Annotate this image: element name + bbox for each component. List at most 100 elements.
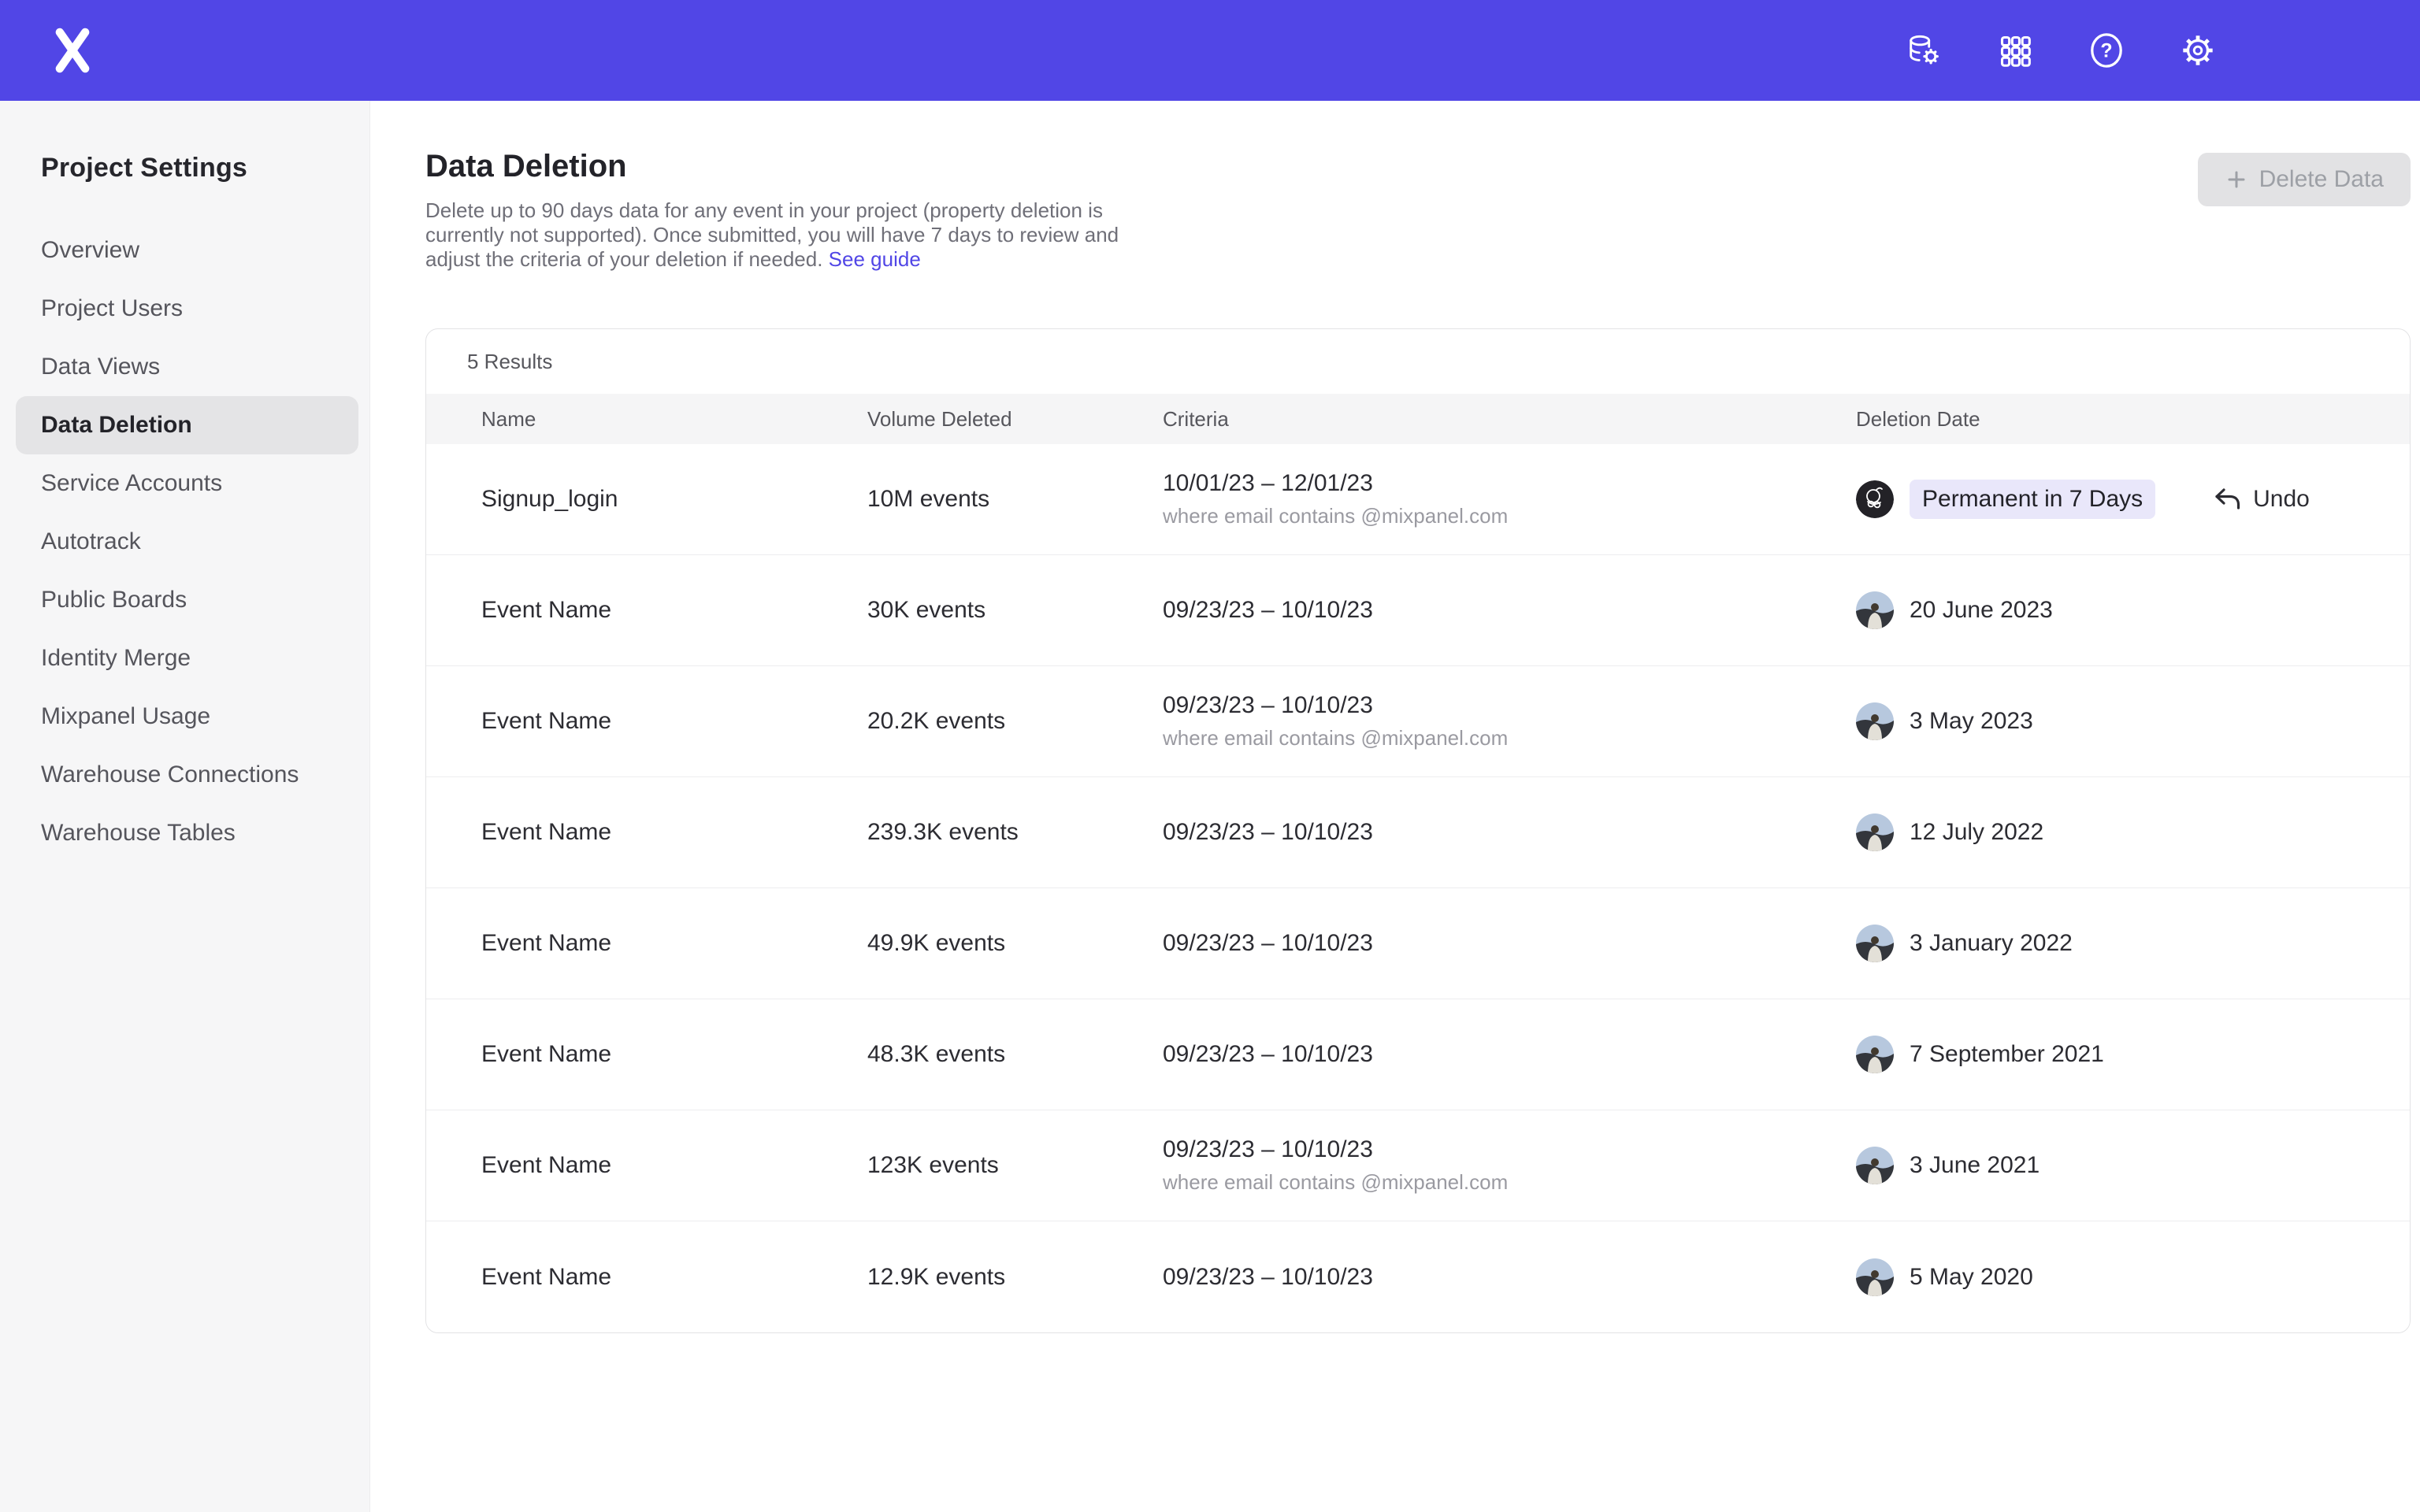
- sidebar-item-public-boards[interactable]: Public Boards: [0, 571, 369, 629]
- criteria-range: 09/23/23 – 10/10/23: [1163, 692, 1856, 719]
- sidebar-item-mixpanel-usage[interactable]: Mixpanel Usage: [0, 687, 369, 746]
- table-row: Event Name 12.9K events 09/23/23 – 10/10…: [426, 1221, 2410, 1332]
- column-header-criteria: Criteria: [1163, 407, 1856, 432]
- data-management-icon[interactable]: [1905, 32, 1943, 69]
- table-row: Event Name 239.3K events 09/23/23 – 10/1…: [426, 777, 2410, 888]
- row-criteria: 09/23/23 – 10/10/23: [1163, 819, 1856, 846]
- avatar: [1856, 591, 1894, 629]
- column-header-name: Name: [481, 407, 867, 432]
- sidebar-item-identity-merge[interactable]: Identity Merge: [0, 629, 369, 687]
- avatar: [1856, 813, 1894, 851]
- sidebar-nav: Overview Project Users Data Views Data D…: [0, 221, 369, 862]
- table-row: Event Name 20.2K events 09/23/23 – 10/10…: [426, 666, 2410, 777]
- sidebar-item-data-deletion[interactable]: Data Deletion: [16, 396, 358, 454]
- undo-label: Undo: [2253, 486, 2310, 513]
- criteria-filter: where email contains @mixpanel.com: [1163, 504, 1856, 528]
- sidebar-item-data-views[interactable]: Data Views: [0, 338, 369, 396]
- table-row: Signup_login 10M events 10/01/23 – 12/01…: [426, 444, 2410, 555]
- avatar: [1856, 1258, 1894, 1296]
- svg-text:?: ?: [2100, 40, 2112, 62]
- page-description: Delete up to 90 days data for any event …: [425, 198, 1134, 272]
- row-name: Signup_login: [481, 486, 867, 513]
- description-line-1: Delete up to 90 days data for any event …: [425, 198, 1103, 222]
- row-criteria: 09/23/23 – 10/10/23 where email contains…: [1163, 692, 1856, 750]
- row-deletion-date: 20 June 2023: [1856, 591, 2410, 629]
- undo-icon: [2212, 484, 2242, 514]
- settings-gear-icon[interactable]: [2179, 32, 2217, 69]
- row-deletion-date: 5 May 2020: [1856, 1258, 2410, 1296]
- table-header-row: Name Volume Deleted Criteria Deletion Da…: [426, 394, 2410, 444]
- row-volume: 239.3K events: [867, 819, 1163, 846]
- row-volume: 123K events: [867, 1152, 1163, 1179]
- criteria-range: 09/23/23 – 10/10/23: [1163, 930, 1856, 957]
- sidebar-item-service-accounts[interactable]: Service Accounts: [0, 454, 369, 513]
- row-deletion-date: 3 June 2021: [1856, 1147, 2410, 1184]
- row-name: Event Name: [481, 930, 867, 957]
- criteria-filter: where email contains @mixpanel.com: [1163, 726, 1856, 750]
- row-deletion-date: 7 September 2021: [1856, 1036, 2410, 1073]
- row-deletion-date: 3 May 2023: [1856, 702, 2410, 740]
- page-title: Data Deletion: [425, 146, 2420, 186]
- sidebar-item-autotrack[interactable]: Autotrack: [0, 513, 369, 571]
- row-criteria: 09/23/23 – 10/10/23: [1163, 1264, 1856, 1291]
- column-header-deletion-date: Deletion Date: [1856, 407, 2410, 432]
- row-criteria: 09/23/23 – 10/10/23: [1163, 1041, 1856, 1068]
- plus-icon: [2225, 168, 2248, 191]
- data-deletion-page: Data Deletion Delete up to 90 days data …: [370, 101, 2420, 1512]
- description-line-3: adjust the criteria of your deletion if …: [425, 247, 822, 271]
- criteria-range: 09/23/23 – 10/10/23: [1163, 1041, 1856, 1068]
- sidebar-item-warehouse-connections[interactable]: Warehouse Connections: [0, 746, 369, 804]
- criteria-range: 10/01/23 – 12/01/23: [1163, 470, 1856, 497]
- delete-data-label: Delete Data: [2259, 166, 2384, 193]
- permanent-badge: Permanent in 7 Days: [1910, 480, 2155, 519]
- project-settings-sidebar: Project Settings Overview Project Users …: [0, 101, 370, 1512]
- table-row: Event Name 48.3K events 09/23/23 – 10/10…: [426, 999, 2410, 1110]
- deletion-date-text: 3 May 2023: [1910, 708, 2033, 735]
- sidebar-item-project-users[interactable]: Project Users: [0, 280, 369, 338]
- row-name: Event Name: [481, 819, 867, 846]
- description-line-2: currently not supported). Once submitted…: [425, 223, 1119, 246]
- row-deletion-date: 12 July 2022: [1856, 813, 2410, 851]
- apps-grid-icon[interactable]: [1996, 32, 2034, 69]
- delete-data-button[interactable]: Delete Data: [2198, 153, 2411, 206]
- criteria-range: 09/23/23 – 10/10/23: [1163, 597, 1856, 624]
- row-name: Event Name: [481, 1041, 867, 1068]
- sidebar-item-warehouse-tables[interactable]: Warehouse Tables: [0, 804, 369, 862]
- deletion-results-card: 5 Results Name Volume Deleted Criteria D…: [425, 328, 2411, 1333]
- row-volume: 49.9K events: [867, 930, 1163, 957]
- row-volume: 12.9K events: [867, 1264, 1163, 1291]
- help-icon[interactable]: ?: [2088, 32, 2125, 69]
- deletion-date-text: 3 June 2021: [1910, 1152, 2040, 1179]
- top-navigation-bar: ?: [0, 0, 2420, 101]
- criteria-range: 09/23/23 – 10/10/23: [1163, 819, 1856, 846]
- avatar: [1856, 1036, 1894, 1073]
- row-deletion-date: 3 January 2022: [1856, 925, 2410, 962]
- deletion-date-text: 20 June 2023: [1910, 597, 2053, 624]
- row-volume: 48.3K events: [867, 1041, 1163, 1068]
- row-criteria: 09/23/23 – 10/10/23 where email contains…: [1163, 1136, 1856, 1195]
- results-count: 5 Results: [426, 329, 2410, 394]
- row-criteria: 09/23/23 – 10/10/23: [1163, 597, 1856, 624]
- row-volume: 20.2K events: [867, 708, 1163, 735]
- row-name: Event Name: [481, 708, 867, 735]
- mixpanel-logo-icon[interactable]: [50, 25, 95, 76]
- avatar: [1856, 702, 1894, 740]
- see-guide-link[interactable]: See guide: [829, 247, 921, 271]
- row-deletion-date: Permanent in 7 Days Undo: [1856, 480, 2410, 519]
- column-header-volume-deleted: Volume Deleted: [867, 407, 1163, 432]
- table-row: Event Name 123K events 09/23/23 – 10/10/…: [426, 1110, 2410, 1221]
- avatar: [1856, 925, 1894, 962]
- deletion-date-text: 12 July 2022: [1910, 819, 2043, 846]
- topbar-icon-group: ?: [1905, 0, 2217, 101]
- deletion-date-text: 7 September 2021: [1910, 1041, 2104, 1068]
- sidebar-title: Project Settings: [41, 153, 369, 183]
- criteria-range: 09/23/23 – 10/10/23: [1163, 1264, 1856, 1291]
- table-row: Event Name 30K events 09/23/23 – 10/10/2…: [426, 555, 2410, 666]
- sidebar-item-overview[interactable]: Overview: [0, 221, 369, 280]
- undo-button[interactable]: Undo: [2212, 484, 2310, 514]
- row-volume: 10M events: [867, 486, 1163, 513]
- deletion-date-text: 3 January 2022: [1910, 930, 2073, 957]
- row-name: Event Name: [481, 597, 867, 624]
- deletion-date-text: 5 May 2020: [1910, 1264, 2033, 1291]
- row-name: Event Name: [481, 1152, 867, 1179]
